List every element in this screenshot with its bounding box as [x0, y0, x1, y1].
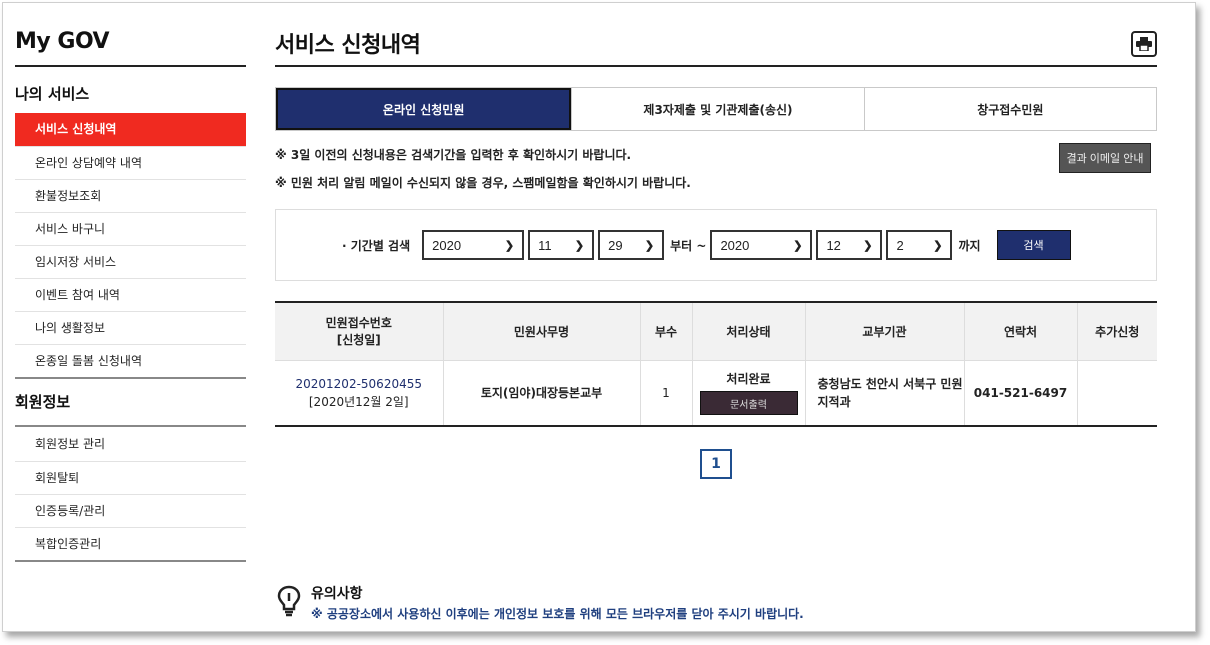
sidebar-item-temp-saved[interactable]: 임시저장 서비스: [15, 245, 246, 278]
sidebar-item-label: 회원탈퇴: [35, 471, 80, 485]
from-month-select[interactable]: 11 ❯: [528, 230, 595, 260]
table-header-row: 민원접수번호 [신청일] 민원사무명 부수 처리상태 교부기관 연락처 추가신청: [275, 302, 1157, 361]
to-month-value: 12: [826, 237, 841, 253]
notice-text: 민원 처리 알림 메일이 수신되지 않을 경우, 스팸메일함을 확인하시기 바랍…: [290, 176, 691, 190]
to-day-select[interactable]: 2 ❯: [886, 230, 953, 260]
sidebar-item-service-history[interactable]: 서비스 신청내역: [15, 113, 246, 146]
chevron-down-icon: ❯: [574, 239, 585, 252]
column-header-status: 처리상태: [692, 302, 806, 361]
sidebar-item-auth-register[interactable]: 인증등록/관리: [15, 494, 246, 527]
chevron-down-icon: ❯: [793, 239, 803, 252]
application-table: 민원접수번호 [신청일] 민원사무명 부수 처리상태 교부기관 연락처 추가신청 …: [275, 301, 1157, 427]
from-day-select[interactable]: 29 ❯: [598, 230, 665, 260]
sidebar: My GOV 나의 서비스 서비스 신청내역 온라인 상담예약 내역 환불정보조…: [15, 3, 246, 562]
sidebar-item-refund-info[interactable]: 환불정보조회: [15, 179, 246, 212]
lightbulb-icon: [277, 585, 301, 617]
pagination: 1: [275, 449, 1157, 479]
status-text: 처리완료: [726, 372, 771, 387]
caution-text: ※ 공공장소에서 사용하신 이후에는 개인정보 보호를 위해 모든 브라우저를 …: [311, 607, 804, 621]
sidebar-item-care-application[interactable]: 온종일 돌봄 신청내역: [15, 344, 246, 377]
search-button[interactable]: 검색: [996, 230, 1071, 260]
brand-title: My GOV: [15, 3, 246, 67]
my-services-title: 나의 서비스: [15, 85, 90, 103]
from-year-select[interactable]: 2020 ❯: [422, 230, 525, 260]
column-header-agency: 교부기관: [805, 302, 965, 361]
member-info-title: 회원정보: [15, 379, 246, 427]
chevron-down-icon: ❯: [933, 239, 943, 252]
sidebar-item-online-consult[interactable]: 온라인 상담예약 내역: [15, 146, 246, 179]
main-content: 서비스 신청내역 온라인 신청민원 제3자제출 및 기관제출(송신) 창구접수민…: [275, 3, 1157, 479]
search-label: · 기간별 검색: [342, 238, 411, 253]
sidebar-item-label: 환불정보조회: [35, 189, 102, 203]
sidebar-item-events[interactable]: 이벤트 참여 내역: [15, 278, 246, 311]
print-document-button[interactable]: 문서출력: [699, 391, 798, 416]
sidebar-item-label: 서비스 바구니: [35, 222, 106, 236]
to-year-select[interactable]: 2020 ❯: [710, 230, 813, 260]
print-button[interactable]: [1131, 31, 1157, 57]
application-date: [2020년12월 2일]: [308, 394, 409, 409]
to-text: 까지: [958, 238, 981, 253]
chevron-down-icon: ❯: [863, 239, 873, 252]
header-recv-no-line2: [신청일]: [336, 333, 381, 348]
cell-name: 토지(임야)대장등본교부: [443, 360, 641, 426]
sidebar-item-label: 나의 생활정보: [35, 321, 106, 335]
page-number-current[interactable]: 1: [700, 449, 732, 479]
column-header-contact: 연락처: [964, 302, 1078, 361]
member-menu: 회원정보 관리 회원탈퇴 인증등록/관리 복합인증관리: [15, 428, 246, 560]
to-month-select[interactable]: 12 ❯: [816, 230, 883, 260]
from-year-value: 2020: [432, 237, 462, 253]
from-day-value: 29: [608, 237, 623, 253]
printer-icon: [1136, 37, 1152, 51]
sidebar-item-service-basket[interactable]: 서비스 바구니: [15, 212, 246, 245]
column-header-count: 부수: [640, 302, 693, 361]
cell-contact: 041-521-6497: [964, 360, 1078, 426]
sidebar-item-label: 임시저장 서비스: [35, 255, 117, 269]
sidebar-item-label: 회원정보 관리: [35, 437, 106, 451]
tab-third-party-submission[interactable]: 제3자제출 및 기관제출(송신): [571, 88, 863, 130]
cell-status: 처리완료 문서출력: [692, 360, 806, 426]
notice-mark: ※: [275, 176, 287, 190]
notice-spam: ※ 민원 처리 알림 메일이 수신되지 않을 경우, 스팸메일함을 확인하시기 …: [275, 169, 1157, 197]
sidebar-item-label: 이벤트 참여 내역: [35, 288, 120, 302]
period-search-box: · 기간별 검색 2020 ❯ 11 ❯ 29 ❯ 부터 ~ 2020 ❯ 12 ❯ 2 ❯…: [275, 209, 1157, 281]
sidebar-item-label: 서비스 신청내역: [35, 122, 117, 136]
tab-bar: 온라인 신청민원 제3자제출 및 기관제출(송신) 창구접수민원: [275, 87, 1157, 131]
to-year-value: 2020: [720, 237, 750, 253]
sidebar-item-label: 온라인 상담예약 내역: [35, 156, 142, 170]
caution-title: 유의사항: [311, 586, 363, 602]
cell-recv-no: 20201202-50620455 [2020년12월 2일]: [275, 360, 444, 426]
sidebar-item-withdraw[interactable]: 회원탈퇴: [15, 461, 246, 494]
sidebar-item-label: 복합인증관리: [35, 537, 102, 551]
divider: [15, 560, 246, 562]
sidebar-item-label: 인증등록/관리: [35, 504, 106, 518]
column-header-extra: 추가신청: [1077, 302, 1157, 361]
tab-counter-application[interactable]: 창구접수민원: [863, 88, 1156, 130]
notice-text: 3일 이전의 신청내용은 검색기간을 입력한 후 확인하시기 바랍니다.: [290, 148, 632, 162]
page-title: 서비스 신청내역: [275, 3, 1157, 67]
header-recv-no-line1: 민원접수번호: [325, 316, 392, 331]
to-day-value: 2: [896, 237, 904, 253]
from-month-value: 11: [538, 237, 552, 253]
recv-no-link[interactable]: 20201202-50620455: [296, 377, 423, 391]
sidebar-item-life-info[interactable]: 나의 생활정보: [15, 311, 246, 344]
column-header-name: 민원사무명: [443, 302, 641, 361]
notice-period: ※ 3일 이전의 신청내용은 검색기간을 입력한 후 확인하시기 바랍니다. 결…: [275, 141, 1157, 173]
page-frame: My GOV 나의 서비스 서비스 신청내역 온라인 상담예약 내역 환불정보조…: [2, 2, 1196, 632]
notice-mark: ※: [275, 148, 287, 162]
chevron-down-icon: ❯: [504, 239, 515, 252]
table-row: 20201202-50620455 [2020년12월 2일] 토지(임야)대장…: [275, 360, 1157, 426]
my-services-menu: 서비스 신청내역 온라인 상담예약 내역 환불정보조회 서비스 바구니 임시저장…: [15, 113, 246, 377]
from-text: 부터 ~: [670, 238, 707, 253]
sidebar-item-label: 온종일 돌봄 신청내역: [35, 354, 142, 368]
tab-online-application[interactable]: 온라인 신청민원: [276, 88, 572, 130]
column-header-recv-no: 민원접수번호 [신청일]: [275, 302, 444, 361]
cell-count: 1: [640, 360, 693, 426]
chevron-down-icon: ❯: [644, 239, 655, 252]
cell-agency: 충청남도 천안시 서북구 민원지적과: [805, 360, 965, 426]
sidebar-item-complex-auth[interactable]: 복합인증관리: [15, 527, 246, 560]
cell-extra: [1077, 360, 1157, 426]
sidebar-item-member-manage[interactable]: 회원정보 관리: [15, 428, 246, 461]
